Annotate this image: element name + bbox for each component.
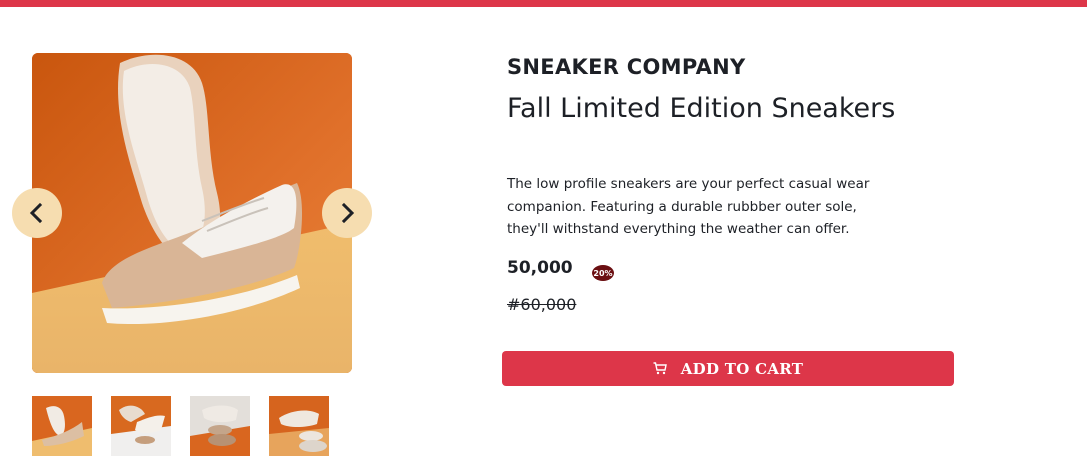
current-price: 50,000 [507,258,573,278]
original-price: #60,000 [507,295,577,314]
thumbnail-2[interactable] [111,396,171,456]
thumbnail-4[interactable] [269,396,329,456]
top-accent-bar [0,0,1087,7]
add-to-cart-label: ADD TO CART [680,359,804,378]
product-description: The low profile sneakers are your perfec… [507,176,870,237]
discount-badge: 20% [592,265,614,281]
brand-name: SNEAKER COMPANY [507,55,746,79]
cart-icon [653,362,667,375]
next-image-button[interactable] [322,188,372,238]
chevron-left-icon [29,202,43,224]
previous-image-button[interactable] [12,188,62,238]
add-to-cart-button[interactable]: ADD TO CART [502,351,954,386]
main-product-image [32,53,352,373]
product-title: Fall Limited Edition Sneakers [507,93,896,124]
thumbnail-1[interactable] [32,396,92,456]
thumbnail-3[interactable] [190,396,250,456]
chevron-right-icon [341,202,355,224]
